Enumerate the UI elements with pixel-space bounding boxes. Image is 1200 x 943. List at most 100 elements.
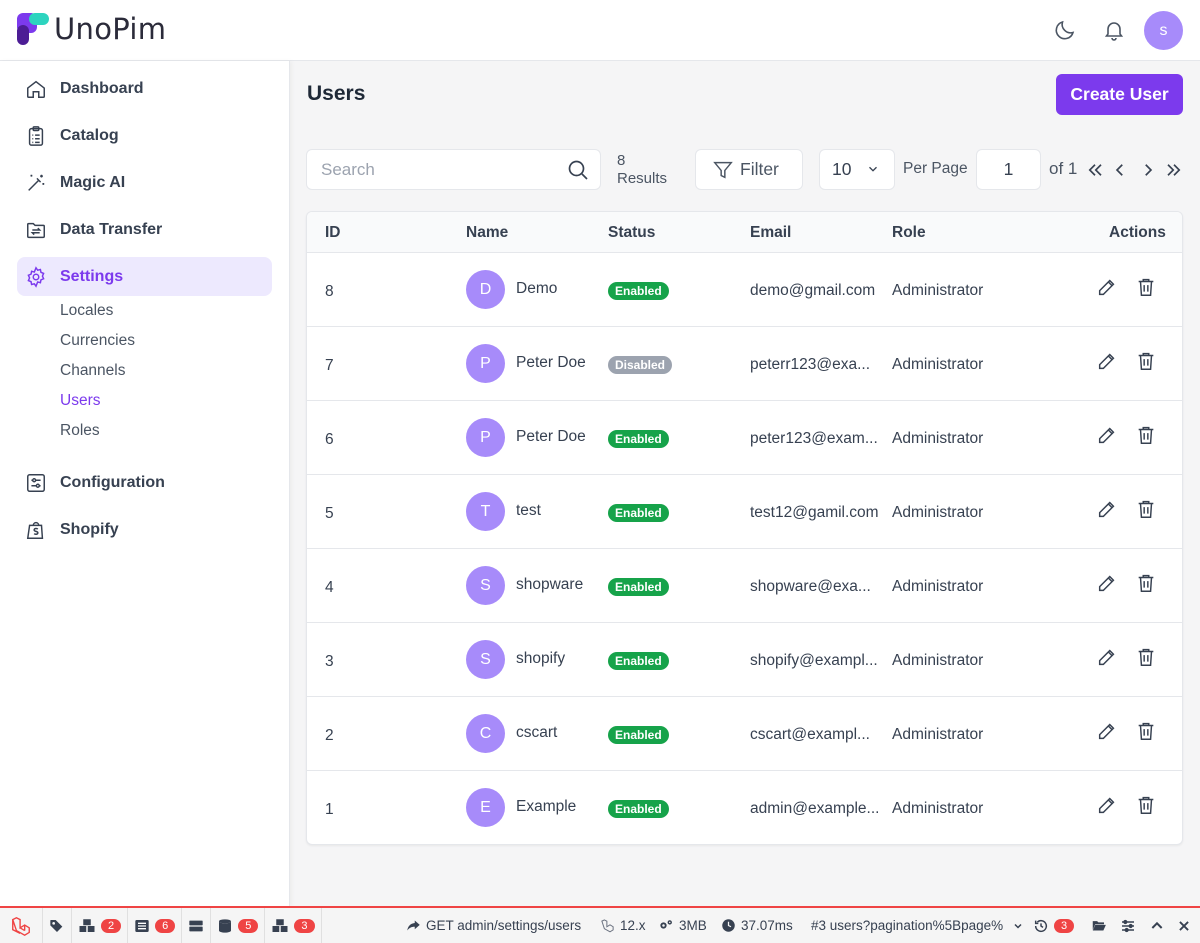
chevron-up-icon[interactable] [1149, 908, 1165, 943]
table-row[interactable]: 3 Sshopify Enabled shopify@exampl... Adminis… [307, 623, 1182, 697]
edit-icon[interactable] [1095, 571, 1119, 595]
user-role: Administrator [892, 282, 984, 299]
logo[interactable]: UnoPim [16, 12, 166, 46]
sidebar-subitem-roles[interactable]: Roles [60, 422, 100, 440]
column-header-name[interactable]: Name [466, 224, 508, 242]
page-number-input[interactable] [976, 149, 1041, 190]
debug-tab-server[interactable] [182, 908, 212, 943]
per-page-select[interactable]: 10 [819, 149, 895, 190]
debug-history[interactable]: 3 [1033, 908, 1075, 943]
debug-route-select[interactable]: #3 users?pagination%5Bpage% [811, 908, 1023, 943]
debug-tab-models[interactable]: 3 [265, 908, 322, 943]
previous-page-button[interactable] [1110, 159, 1130, 181]
edit-icon[interactable] [1095, 719, 1119, 743]
search-icon[interactable] [566, 158, 590, 187]
column-header-email[interactable]: Email [750, 224, 791, 242]
table-row[interactable]: 7 P Peter Doe Disabled peterr123@exa... Admin… [307, 327, 1182, 401]
next-page-button[interactable] [1138, 159, 1158, 181]
debug-tab-list[interactable]: 6 [128, 908, 183, 943]
sidebar-item-configuration[interactable]: Configuration [17, 463, 272, 502]
history-icon [1034, 919, 1048, 932]
column-header-id[interactable]: ID [325, 224, 341, 242]
status-badge: Enabled [608, 504, 669, 522]
delete-icon[interactable] [1134, 719, 1158, 743]
sidebar-item-data-transfer[interactable]: Data Transfer [17, 210, 272, 249]
debug-tab-database[interactable]: 5 [211, 908, 266, 943]
magic-wand-icon [17, 172, 55, 194]
search-box [306, 149, 601, 190]
chevron-down-icon[interactable] [1011, 908, 1025, 943]
search-input[interactable] [307, 150, 547, 189]
sidebar-item-magic-ai[interactable]: Magic AI [17, 163, 272, 202]
sidebar-subitem-currencies[interactable]: Currencies [60, 332, 135, 350]
table-row[interactable]: 5 Ttest Enabled test12@gamil.com Administrat… [307, 475, 1182, 549]
user-email: cscart@exampl... [750, 726, 870, 743]
edit-icon[interactable] [1095, 793, 1119, 817]
edit-icon[interactable] [1095, 275, 1119, 299]
user-email: peterr123@exa... [750, 356, 870, 373]
debug-tab-cubes[interactable]: 2 [72, 908, 129, 943]
avatar: T [466, 492, 505, 531]
results-label: Results [617, 170, 668, 187]
debug-count-badge: 2 [101, 918, 122, 933]
create-user-button[interactable]: Create User [1056, 74, 1183, 115]
tags-icon [50, 919, 63, 932]
laravel-icon [601, 919, 614, 933]
sidebar-item-label: Magic AI [60, 173, 126, 191]
first-page-button[interactable] [1085, 159, 1105, 181]
dark-mode-toggle[interactable] [1049, 14, 1081, 46]
table-row[interactable]: 8 D Demo Enabled demo@gmail.com Administrator [307, 253, 1182, 327]
debug-count-badge: 3 [294, 918, 315, 933]
last-page-button[interactable] [1164, 159, 1184, 181]
notifications-button[interactable] [1098, 14, 1130, 46]
user-name: Demo [516, 280, 558, 297]
edit-icon[interactable] [1095, 645, 1119, 669]
delete-icon[interactable] [1134, 571, 1158, 595]
column-header-actions: Actions [1109, 224, 1166, 241]
sidebar-subitem-channels[interactable]: Channels [60, 362, 126, 380]
delete-icon[interactable] [1134, 423, 1158, 447]
table-row[interactable]: 2 Ccscart Enabled cscart@exampl... Administr… [307, 697, 1182, 771]
edit-icon[interactable] [1095, 497, 1119, 521]
user-role: Administrator [892, 430, 984, 447]
user-avatar[interactable]: s [1144, 11, 1183, 50]
column-header-status[interactable]: Status [608, 224, 655, 242]
delete-icon[interactable] [1134, 645, 1158, 669]
close-icon[interactable] [1177, 908, 1191, 943]
folder-open-icon[interactable] [1091, 908, 1107, 943]
sidebar-item-label: Configuration [60, 473, 165, 491]
debug-count-badge: 5 [238, 918, 259, 933]
column-header-role[interactable]: Role [892, 224, 926, 242]
laravel-logo-icon[interactable] [0, 908, 43, 943]
filter-button[interactable]: Filter [695, 149, 803, 190]
sidebar-item-catalog[interactable]: Catalog [17, 116, 272, 155]
page-title: Users [307, 82, 366, 105]
edit-icon[interactable] [1095, 349, 1119, 373]
delete-icon[interactable] [1134, 349, 1158, 373]
delete-icon[interactable] [1134, 497, 1158, 521]
folder-transfer-icon [17, 219, 55, 241]
debug-memory-text: 3MB [679, 918, 707, 933]
user-id: 7 [325, 357, 334, 374]
sidebar-subitem-locales[interactable]: Locales [60, 302, 113, 320]
table-row[interactable]: 6 P Peter Doe Enabled peter123@exam... Admini… [307, 401, 1182, 475]
avatar: P [466, 418, 505, 457]
sidebar-item-shopify[interactable]: Shopify [17, 510, 272, 549]
per-page-value: 10 [832, 159, 852, 179]
sidebar-item-settings[interactable]: Settings [17, 257, 272, 296]
delete-icon[interactable] [1134, 793, 1158, 817]
bell-icon [1104, 22, 1124, 41]
table-row[interactable]: 4 Sshopware Enabled shopware@exa... Administ… [307, 549, 1182, 623]
sidebar-subitem-users[interactable]: Users [60, 392, 100, 410]
settings-sliders-icon[interactable] [1120, 908, 1136, 943]
results-count: 8 Results [617, 152, 667, 188]
delete-icon[interactable] [1134, 275, 1158, 299]
debug-time-text: 37.07ms [741, 918, 793, 933]
edit-icon[interactable] [1095, 423, 1119, 447]
avatar: D [466, 270, 505, 309]
user-name: Example [516, 798, 577, 815]
debug-tab-tags[interactable] [43, 908, 72, 943]
per-page-label: Per Page [903, 160, 968, 177]
sidebar-item-dashboard[interactable]: Dashboard [17, 69, 272, 108]
table-row[interactable]: 1 E Example Enabled admin@example... Administ… [307, 771, 1182, 844]
